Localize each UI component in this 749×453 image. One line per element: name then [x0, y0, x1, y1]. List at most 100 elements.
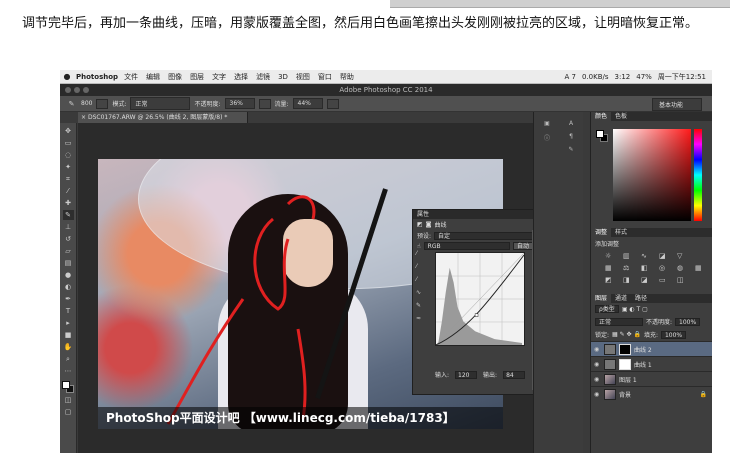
stamp-tool-icon[interactable]: ⊥ [63, 222, 74, 232]
screen-mode-icon[interactable]: ▢ [63, 407, 74, 417]
auto-button[interactable]: 自动 [512, 242, 533, 250]
preset-dropdown[interactable]: 自定 [434, 231, 533, 240]
character-panel-icon[interactable]: A [566, 120, 576, 129]
menu-file[interactable]: 文件 [124, 72, 138, 82]
more-tools-icon[interactable]: ⋯ [63, 366, 74, 376]
tab-styles[interactable]: 样式 [611, 228, 631, 237]
invert-icon[interactable]: ◩ [605, 276, 617, 284]
channel-mixer-icon[interactable]: ◍ [677, 264, 689, 272]
posterize-icon[interactable]: ◨ [623, 276, 635, 284]
black-white-icon[interactable]: ◧ [641, 264, 653, 272]
blend-mode-dropdown[interactable]: 正常 [595, 317, 643, 326]
type-tool-icon[interactable]: T [63, 306, 74, 316]
foreground-color[interactable] [62, 381, 70, 389]
menu-image[interactable]: 图像 [168, 72, 182, 82]
menu-layer[interactable]: 图层 [190, 72, 204, 82]
visibility-eye-icon[interactable]: ◉ [594, 391, 601, 398]
brightness-icon[interactable]: ☼ [605, 252, 617, 260]
visibility-eye-icon[interactable]: ◉ [594, 361, 601, 368]
tab-channels[interactable]: 通道 [611, 294, 631, 303]
minimize-window-button[interactable] [74, 87, 80, 93]
lock-icons[interactable]: ▦ ✎ ✥ 🔒 [612, 331, 641, 338]
layer-mask-thumbnail[interactable] [619, 358, 631, 370]
brush-tool-icon[interactable]: ✎ [66, 99, 77, 109]
close-tab-icon[interactable]: × [81, 112, 86, 123]
tab-layers[interactable]: 图层 [591, 294, 612, 303]
panel-foreground-color[interactable] [596, 130, 604, 138]
color-field[interactable] [613, 129, 691, 221]
info-panel-icon[interactable]: ⓘ [542, 133, 552, 142]
hue-slider[interactable] [694, 129, 702, 221]
curves-icon[interactable]: ∿ [641, 252, 653, 260]
threshold-icon[interactable]: ◪ [641, 276, 653, 284]
mode-dropdown[interactable]: 正常 [130, 97, 191, 110]
target-adjust-icon[interactable]: ☝ [417, 243, 421, 250]
exposure-icon[interactable]: ◪ [659, 252, 671, 260]
hand-tool-icon[interactable]: ✋ [63, 342, 74, 352]
pencil-edit-icon[interactable]: ✎ [416, 302, 425, 309]
brush-tool-icon[interactable]: ✎ [62, 210, 74, 220]
opacity-field[interactable]: 36% [224, 98, 255, 109]
eyedropper-tool-icon[interactable]: ⁄ [63, 186, 74, 196]
white-point-eyedropper-icon[interactable]: ⁄ [416, 276, 425, 283]
color-balance-icon[interactable]: ⚖ [623, 264, 635, 272]
photo-filter-icon[interactable]: ◎ [659, 264, 671, 272]
smooth-icon[interactable]: ≈ [416, 315, 425, 322]
layer-row[interactable]: ◉ 背景 🔒 [591, 386, 712, 401]
output-field[interactable]: 84 [503, 370, 526, 379]
visibility-eye-icon[interactable]: ◉ [594, 346, 601, 353]
layer-row[interactable]: ◉ 图层 1 [591, 371, 712, 386]
move-tool-icon[interactable]: ✥ [63, 126, 74, 136]
quick-mask-icon[interactable]: ◫ [63, 395, 74, 405]
marquee-tool-icon[interactable]: ▭ [63, 138, 74, 148]
brush-size[interactable]: 800 [81, 100, 92, 107]
brush-panel-button[interactable] [96, 98, 109, 109]
pressure-opacity-button[interactable] [258, 98, 271, 109]
menu-window[interactable]: 窗口 [318, 72, 332, 82]
channel-dropdown[interactable]: RGB [423, 242, 510, 250]
layer-mask-thumbnail[interactable] [619, 343, 631, 355]
layer-name[interactable]: 图层 1 [619, 375, 637, 384]
fill-field[interactable]: 100% [660, 330, 687, 339]
menu-3d[interactable]: 3D [278, 73, 288, 81]
panel-color-swatches[interactable] [596, 130, 608, 142]
tab-swatches[interactable]: 色板 [611, 112, 631, 121]
curves-graph[interactable] [435, 252, 525, 346]
levels-icon[interactable]: ▥ [623, 252, 635, 260]
history-brush-icon[interactable]: ↺ [63, 234, 74, 244]
curve-edit-icon[interactable]: ∿ [416, 289, 425, 296]
path-select-tool-icon[interactable]: ▸ [63, 318, 74, 328]
pen-tool-icon[interactable]: ✒ [63, 294, 74, 304]
menu-select[interactable]: 选择 [234, 72, 248, 82]
apple-icon[interactable]: ● [60, 72, 74, 81]
hue-saturation-icon[interactable]: ▦ [605, 264, 617, 272]
crop-tool-icon[interactable]: ⌗ [63, 174, 74, 184]
adobe-status[interactable]: A 7 [565, 73, 576, 81]
quick-select-tool-icon[interactable]: ✦ [63, 162, 74, 172]
filter-icons[interactable]: ▣ ◐ T ▢ [622, 306, 648, 313]
menu-type[interactable]: 文字 [212, 72, 226, 82]
flow-field[interactable]: 44% [292, 98, 323, 109]
menu-view[interactable]: 视图 [296, 72, 310, 82]
selective-color-icon[interactable]: ◫ [677, 276, 689, 284]
layer-name[interactable]: 背景 [619, 390, 631, 399]
workspace-dropdown[interactable]: 基本功能 [652, 98, 702, 111]
lasso-tool-icon[interactable]: ◌ [63, 150, 74, 160]
input-field[interactable]: 120 [455, 370, 478, 379]
mask-icon[interactable]: ◙ [426, 221, 432, 228]
layer-name[interactable]: 曲线 2 [634, 345, 652, 354]
menu-edit[interactable]: 编辑 [146, 72, 160, 82]
menu-filter[interactable]: 滤镜 [256, 72, 270, 82]
menu-help[interactable]: 帮助 [340, 72, 354, 82]
gradient-map-icon[interactable]: ▭ [659, 276, 671, 284]
gray-point-eyedropper-icon[interactable]: ⁄ [416, 263, 425, 270]
color-lookup-icon[interactable]: ▦ [695, 264, 707, 272]
layer-row[interactable]: ◉ 曲线 2 [591, 341, 712, 356]
layer-opacity-field[interactable]: 100% [675, 317, 701, 326]
brush-panel-icon[interactable]: ✎ [566, 146, 576, 155]
zoom-window-button[interactable] [83, 87, 89, 93]
properties-header[interactable]: 属性 [413, 210, 537, 219]
layer-name[interactable]: 曲线 1 [634, 360, 652, 369]
paragraph-panel-icon[interactable]: ¶ [566, 133, 576, 142]
history-panel-icon[interactable]: ▣ [542, 120, 552, 129]
